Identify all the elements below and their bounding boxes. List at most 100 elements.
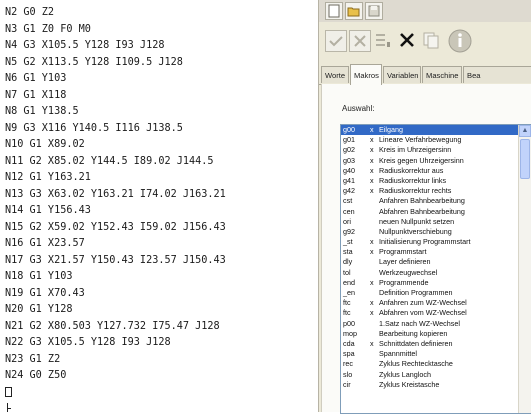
- code-line[interactable]: N9 G3 X116 Y140.5 I116 J138.5: [5, 121, 226, 138]
- macro-list-item[interactable]: dly Layer definieren: [341, 257, 531, 267]
- macro-list-item[interactable]: g92 Nullpunktverschiebung: [341, 227, 531, 237]
- macro-flag: x: [370, 277, 374, 287]
- macro-list-item[interactable]: cst Anfahren Bahnbearbeitung: [341, 196, 531, 206]
- code-line[interactable]: N3 G1 Z0 F0 M0: [5, 22, 226, 39]
- delete-x-icon[interactable]: [397, 30, 419, 52]
- copy-icon[interactable]: [421, 30, 443, 52]
- scroll-up-icon[interactable]: ▲: [519, 125, 531, 137]
- new-file-icon[interactable]: [325, 2, 343, 20]
- macro-desc: Anfahren Bahnbearbeitung: [379, 196, 465, 206]
- code-lines: N2 G0 Z2 N3 G1 Z0 F0 M0 N4 G3 X105.5 Y128 …: [5, 5, 226, 412]
- macro-code: g00: [343, 125, 355, 134]
- macro-list-item[interactable]: g40 x Radiuskorrektur aus: [341, 166, 531, 176]
- macro-code: _st: [343, 237, 353, 247]
- macro-flag: x: [370, 155, 374, 165]
- macro-flag: x: [370, 175, 374, 185]
- macro-code: mop: [343, 328, 357, 338]
- macro-code: spa: [343, 349, 355, 359]
- caret-line[interactable]: [5, 401, 226, 412]
- makros-panel: Auswahl: g00 x Eilgang g01 x Lineare Verfahrb…: [321, 84, 531, 414]
- macro-list-item[interactable]: ftc x Abfahren vom WZ-Wechsel: [341, 308, 531, 318]
- list-icon[interactable]: [373, 30, 395, 52]
- code-line[interactable]: N21 G2 X80.503 Y127.732 I75.47 J128: [5, 319, 226, 336]
- code-line[interactable]: N4 G3 X105.5 Y128 I93 J128: [5, 38, 226, 55]
- save-icon[interactable]: [365, 2, 383, 20]
- macro-desc: Radiuskorrektur rechts: [379, 186, 452, 196]
- macro-list-item[interactable]: end x Programmende: [341, 278, 531, 288]
- macro-list-item[interactable]: cir Zyklus Kreistasche: [341, 380, 531, 390]
- macro-listbox[interactable]: g00 x Eilgang g01 x Lineare Verfahrbewegung g0…: [340, 124, 531, 414]
- macro-desc: Schnittdaten definieren: [379, 338, 453, 348]
- macro-desc: Anfahren zum WZ-Wechsel: [379, 298, 467, 308]
- macro-list-item[interactable]: g02 x Kreis im Uhrzeigersinn: [341, 145, 531, 155]
- tab-bearbeitung[interactable]: Bea: [463, 66, 531, 83]
- macro-code: cir: [343, 379, 351, 389]
- code-line[interactable]: N12 G1 Y163.21: [5, 170, 226, 187]
- apply-check-icon[interactable]: [325, 30, 347, 52]
- macro-desc: Layer definieren: [379, 257, 431, 267]
- code-line[interactable]: N22 G3 X105.5 Y128 I93 J128: [5, 335, 226, 352]
- code-line[interactable]: N5 G2 X113.5 Y128 I109.5 J128: [5, 55, 226, 72]
- macro-list-item[interactable]: mop Bearbeitung kopieren: [341, 329, 531, 339]
- code-line[interactable]: N15 G2 X59.02 Y152.43 I59.02 J156.43: [5, 220, 226, 237]
- tab-maschine[interactable]: Maschine: [422, 66, 462, 83]
- macro-code: g02: [343, 145, 355, 155]
- code-line[interactable]: N16 G1 X23.57: [5, 236, 226, 253]
- macro-list-item[interactable]: slo Zyklus Langloch: [341, 370, 531, 380]
- macro-desc: Abfahren Bahnbearbeitung: [379, 206, 465, 216]
- tab-variablen[interactable]: Variablen: [383, 66, 421, 83]
- list-scrollbar[interactable]: ▲: [518, 125, 531, 413]
- code-line[interactable]: N11 G2 X85.02 Y144.5 I89.02 J144.5: [5, 154, 226, 171]
- macro-code: cst: [343, 196, 353, 206]
- macro-list-item[interactable]: g03 x Kreis gegen Uhrzeigersinn: [341, 156, 531, 166]
- macro-tool-window: Worte Makros Variablen Maschine Bea Ausw…: [318, 0, 531, 414]
- macro-list-item[interactable]: cen Abfahren Bahnbearbeitung: [341, 207, 531, 217]
- auswahl-label: Auswahl:: [342, 104, 375, 113]
- empty-line-marker[interactable]: [5, 385, 226, 402]
- macro-list-item[interactable]: _st x Initialisierung Programmstart: [341, 237, 531, 247]
- code-line[interactable]: N13 G3 X63.02 Y163.21 I74.02 J163.21: [5, 187, 226, 204]
- macro-desc: Kreis im Uhrzeigersinn: [379, 145, 452, 155]
- macro-flag: x: [370, 338, 374, 348]
- macro-flag: x: [370, 237, 374, 247]
- macro-list-item[interactable]: ori neuen Nullpunkt setzen: [341, 217, 531, 227]
- macro-list-item[interactable]: cda x Schnittdaten definieren: [341, 339, 531, 349]
- macro-code: slo: [343, 369, 353, 379]
- code-line[interactable]: N18 G1 Y103: [5, 269, 226, 286]
- info-icon[interactable]: [447, 28, 473, 54]
- open-folder-icon[interactable]: [345, 2, 363, 20]
- macro-list-item[interactable]: ftc x Anfahren zum WZ-Wechsel: [341, 298, 531, 308]
- code-line[interactable]: N20 G1 Y128: [5, 302, 226, 319]
- macro-code: ftc: [343, 298, 351, 308]
- code-line[interactable]: N19 G1 X70.43: [5, 286, 226, 303]
- code-line[interactable]: N10 G1 X89.02: [5, 137, 226, 154]
- macro-list-item[interactable]: g01 x Lineare Verfahrbewegung: [341, 135, 531, 145]
- tab-makros[interactable]: Makros: [350, 64, 382, 85]
- macro-flag: x: [370, 308, 374, 318]
- tab-worte[interactable]: Worte: [321, 66, 349, 83]
- macro-list-item[interactable]: rec Zyklus Rechtecktasche: [341, 359, 531, 369]
- code-line[interactable]: N7 G1 X118: [5, 88, 226, 105]
- code-line[interactable]: N14 G1 Y156.43: [5, 203, 226, 220]
- macro-list-item[interactable]: sta x Programmstart: [341, 247, 531, 257]
- macro-list-item[interactable]: _en Definition Programmen: [341, 288, 531, 298]
- macro-list-item[interactable]: spa Spannmittel: [341, 349, 531, 359]
- macro-list-item[interactable]: g42 x Radiuskorrektur rechts: [341, 186, 531, 196]
- cancel-x-icon[interactable]: [349, 30, 371, 52]
- macro-code: cen: [343, 206, 355, 216]
- macro-code: sta: [343, 247, 353, 257]
- macro-list-item[interactable]: g41 x Radiuskorrektur links: [341, 176, 531, 186]
- scroll-thumb[interactable]: [520, 139, 530, 179]
- macro-flag: x: [370, 125, 374, 134]
- code-line[interactable]: N8 G1 Y138.5: [5, 104, 226, 121]
- nc-code-editor[interactable]: N2 G0 Z2 N3 G1 Z0 F0 M0 N4 G3 X105.5 Y128 …: [0, 0, 318, 412]
- code-line[interactable]: N24 G0 Z50: [5, 368, 226, 385]
- code-line[interactable]: N17 G3 X21.57 Y150.43 I23.57 J150.43: [5, 253, 226, 270]
- code-line[interactable]: N6 G1 Y103: [5, 71, 226, 88]
- code-line[interactable]: N2 G0 Z2: [5, 5, 226, 22]
- macro-list-item[interactable]: tol Werkzeugwechsel: [341, 268, 531, 278]
- macro-list-item[interactable]: g00 x Eilgang: [341, 125, 531, 136]
- macro-list-item[interactable]: p00 1.Satz nach WZ-Wechsel: [341, 319, 531, 329]
- macro-desc: Nullpunktverschiebung: [379, 226, 452, 236]
- code-line[interactable]: N23 G1 Z2: [5, 352, 226, 369]
